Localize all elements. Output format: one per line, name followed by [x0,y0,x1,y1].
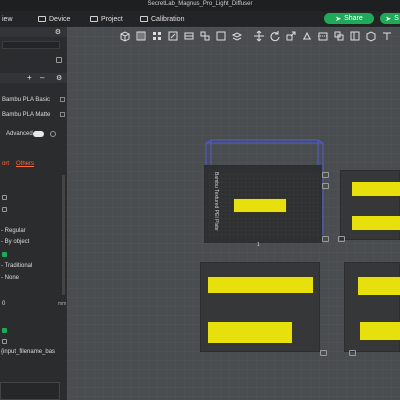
plate-2-object-1[interactable] [351,181,400,197]
option-regular[interactable]: - Regular [1,228,67,234]
arrange-icon[interactable] [183,30,195,42]
plate-2[interactable] [340,170,400,240]
plate-4[interactable] [344,262,400,352]
advanced-label: Advanced [6,131,33,137]
sidebar: ⚙ + – ⚙ Bambu PLA Basic Bambu PLA Matte … [0,27,67,400]
filament-1-name: Bambu PLA Basic [2,97,51,103]
plate-1-settings-icon[interactable] [322,172,329,178]
filament-header: + – ⚙ [0,73,67,83]
option-traditional[interactable]: - Traditional [1,263,67,269]
upload-icon: ➤ [385,15,392,23]
share-icon: ➤ [335,15,342,23]
advanced-toggle[interactable] [33,131,44,137]
menu-device[interactable]: Device [38,14,70,24]
secondary-label: S [394,15,399,22]
plate-3-object-1[interactable] [207,276,314,294]
title-bar: SecretLab_Magnus_Pro_Light_Diffuser [0,0,400,11]
move-icon[interactable] [253,30,265,42]
filament-settings-icon[interactable]: ⚙ [56,74,62,82]
gear-icon[interactable]: ⚙ [55,28,61,36]
number-unit: mm [58,301,67,307]
filament-1-edit-icon[interactable] [60,97,65,102]
auto-orient-icon[interactable] [167,30,179,42]
checkbox-3[interactable] [2,252,7,257]
plate-2-object-2[interactable] [351,215,400,231]
filament-2-edit-icon[interactable] [60,112,65,117]
plate-1-index: 1 [257,242,260,248]
sidebar-scrollbar[interactable] [62,175,65,295]
number-row[interactable]: 0 mm [2,301,67,307]
plate-1-label: Bambu Textured PEI Plate [213,172,219,231]
tab-others[interactable]: Others [16,161,67,167]
plate-3-lock-icon[interactable] [320,350,327,356]
plate-2-lock-icon[interactable] [338,236,345,242]
menu-view-label: iew [2,15,13,23]
option-none[interactable]: - None [1,275,67,281]
filament-row-1[interactable]: Bambu PLA Basic [2,97,67,103]
cut-icon[interactable] [317,30,329,42]
option-traditional-label: Traditional [4,263,33,269]
filament-row-2[interactable]: Bambu PLA Matte [2,112,67,118]
sidebar-header: ⚙ [0,27,67,37]
calibration-icon [140,16,148,22]
plate-1-object[interactable] [233,198,287,213]
share-button[interactable]: ➤ Share [324,13,374,24]
option-by-object[interactable]: - By object [1,239,67,245]
support-paint-icon[interactable] [349,30,361,42]
add-filament-icon[interactable]: + [27,73,32,82]
compare-icon[interactable] [50,131,56,137]
folder-icon [90,16,98,22]
remove-filament-icon[interactable]: – [40,73,44,82]
plate-1-lock-icon[interactable] [322,236,329,242]
option-by-object-label: By object [4,239,30,245]
plate-3-object-2[interactable] [207,321,293,344]
scale-icon[interactable] [285,30,297,42]
option-regular-label: Regular [4,228,26,234]
plate-1-orient-icon[interactable] [322,183,329,189]
menu-project-label: Project [101,15,123,23]
share-label: Share [344,15,363,22]
grid-icon[interactable] [151,30,163,42]
add-object-icon[interactable] [119,30,131,42]
plate-4-object-2[interactable] [359,321,400,341]
lay-on-face-icon[interactable] [301,30,313,42]
window-title: SecretLab_Magnus_Pro_Light_Diffuser [147,1,253,7]
checkbox-4[interactable] [2,328,7,333]
number-value: 0 [2,301,6,307]
tab-support-label: ort [2,161,10,167]
checkbox-1[interactable] [2,195,7,200]
menu-device-label: Device [49,15,71,23]
rotate-icon[interactable] [269,30,281,42]
boolean-icon[interactable] [333,30,345,42]
split-parts-icon[interactable] [215,30,227,42]
seam-paint-icon[interactable] [365,30,377,42]
tab-others-label: Others [16,161,35,167]
toolbar [115,29,400,45]
bottom-panel [0,382,60,400]
menu-view[interactable]: iew [2,14,13,24]
option-none-label: None [4,275,20,281]
menu-calibration[interactable]: Calibration [140,14,184,24]
plate-3[interactable] [200,262,320,352]
checkbox-5[interactable] [2,339,7,344]
secondary-green-button[interactable]: ➤ S [380,13,400,24]
monitor-icon [38,16,46,22]
edit-icon[interactable] [56,57,62,63]
plate-1[interactable]: Bambu Textured PEI Plate 1 [204,165,322,248]
checkbox-2[interactable] [2,207,7,212]
layers-icon[interactable] [231,30,243,42]
menu-calibration-label: Calibration [151,15,185,23]
menu-bar: iew Device Project Calibration ➤ Share ➤… [0,11,400,27]
filename-format-field[interactable]: {input_filename_bas [1,349,67,355]
printer-field[interactable] [2,41,60,49]
filament-2-name: Bambu PLA Matte [2,112,51,118]
plate-4-lock-icon[interactable] [349,350,356,356]
filename-format-value: {input_filename_bas [1,349,56,355]
plate-4-object-1[interactable] [357,276,400,296]
menu-project[interactable]: Project [90,14,123,24]
add-plate-icon[interactable] [135,30,147,42]
split-objects-icon[interactable] [199,30,211,42]
text-icon[interactable] [381,30,393,42]
